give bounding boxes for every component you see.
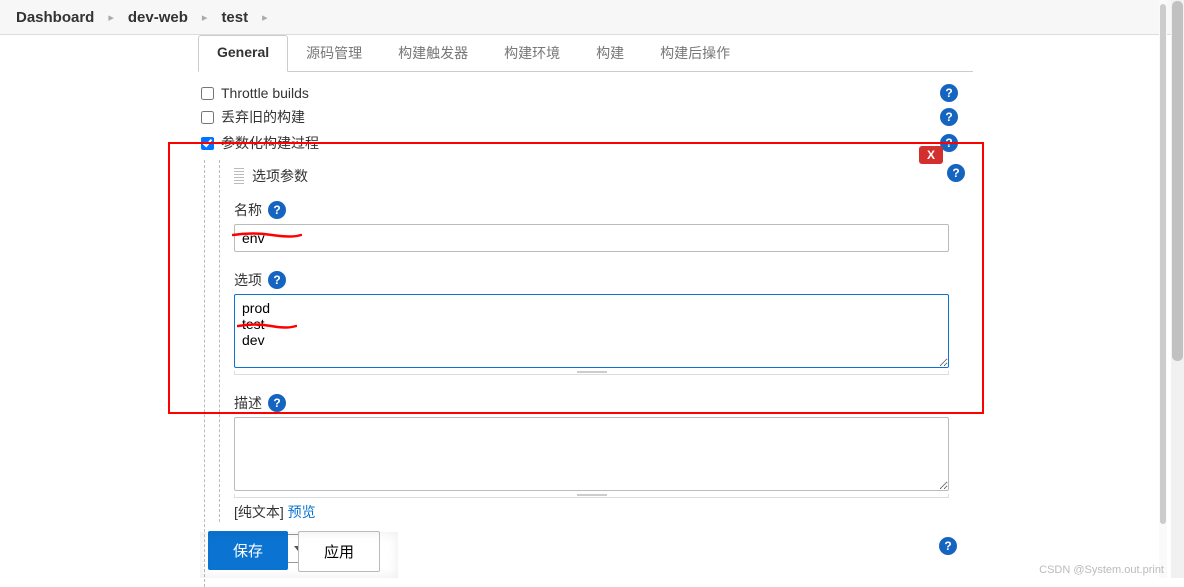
- crumb-dashboard[interactable]: Dashboard: [16, 9, 94, 26]
- discard-checkbox[interactable]: [201, 111, 214, 124]
- apply-button[interactable]: 应用: [298, 531, 380, 572]
- tab-build[interactable]: 构建: [578, 35, 642, 71]
- config-tabs: General 源码管理 构建触发器 构建环境 构建 构建后操作: [198, 35, 973, 72]
- throttle-checkbox[interactable]: [201, 87, 214, 100]
- help-icon[interactable]: ?: [268, 271, 286, 289]
- param-desc-textarea[interactable]: [234, 417, 949, 491]
- discard-label[interactable]: 丢弃旧的构建: [221, 107, 305, 127]
- help-icon[interactable]: ?: [268, 201, 286, 219]
- param-choices-textarea[interactable]: [234, 294, 949, 368]
- tab-general[interactable]: General: [198, 35, 288, 72]
- parameterize-checkbox[interactable]: [201, 137, 214, 150]
- scrollbar-thumb[interactable]: [1160, 4, 1166, 524]
- tab-env[interactable]: 构建环境: [486, 35, 578, 71]
- chevron-right-icon: ▸: [262, 11, 268, 24]
- parameterize-label[interactable]: 参数化构建过程: [221, 133, 319, 153]
- crumb-devweb[interactable]: dev-web: [128, 9, 188, 26]
- tab-scm[interactable]: 源码管理: [288, 35, 380, 71]
- help-icon[interactable]: ?: [939, 537, 957, 555]
- name-label: 名称: [234, 200, 262, 220]
- resize-handle[interactable]: [234, 371, 949, 375]
- choices-label: 选项: [234, 270, 262, 290]
- drag-handle-icon[interactable]: [234, 168, 244, 184]
- footer-bar: 保存 应用 ?: [198, 519, 973, 578]
- resize-handle[interactable]: [234, 494, 949, 498]
- chevron-right-icon: ▸: [108, 11, 114, 24]
- preview-link[interactable]: 预览: [288, 504, 316, 520]
- scrollbar-thumb[interactable]: [1172, 1, 1183, 361]
- crumb-test[interactable]: test: [221, 9, 248, 26]
- help-icon[interactable]: ?: [940, 84, 958, 102]
- param-name-input[interactable]: [234, 224, 949, 252]
- save-button[interactable]: 保存: [208, 531, 288, 570]
- help-icon[interactable]: ?: [940, 108, 958, 126]
- help-icon[interactable]: ?: [268, 394, 286, 412]
- desc-label: 描述: [234, 393, 262, 413]
- tab-postbuild[interactable]: 构建后操作: [642, 35, 748, 71]
- breadcrumb: Dashboard ▸ dev-web ▸ test ▸: [0, 0, 1184, 35]
- tab-triggers[interactable]: 构建触发器: [380, 35, 486, 71]
- chevron-right-icon: ▸: [202, 11, 208, 24]
- watermark: CSDN @System.out.print: [1039, 564, 1164, 576]
- throttle-label[interactable]: Throttle builds: [221, 85, 309, 101]
- plaintext-label: [纯文本]: [234, 504, 288, 520]
- param-type-title: 选项参数: [252, 166, 308, 186]
